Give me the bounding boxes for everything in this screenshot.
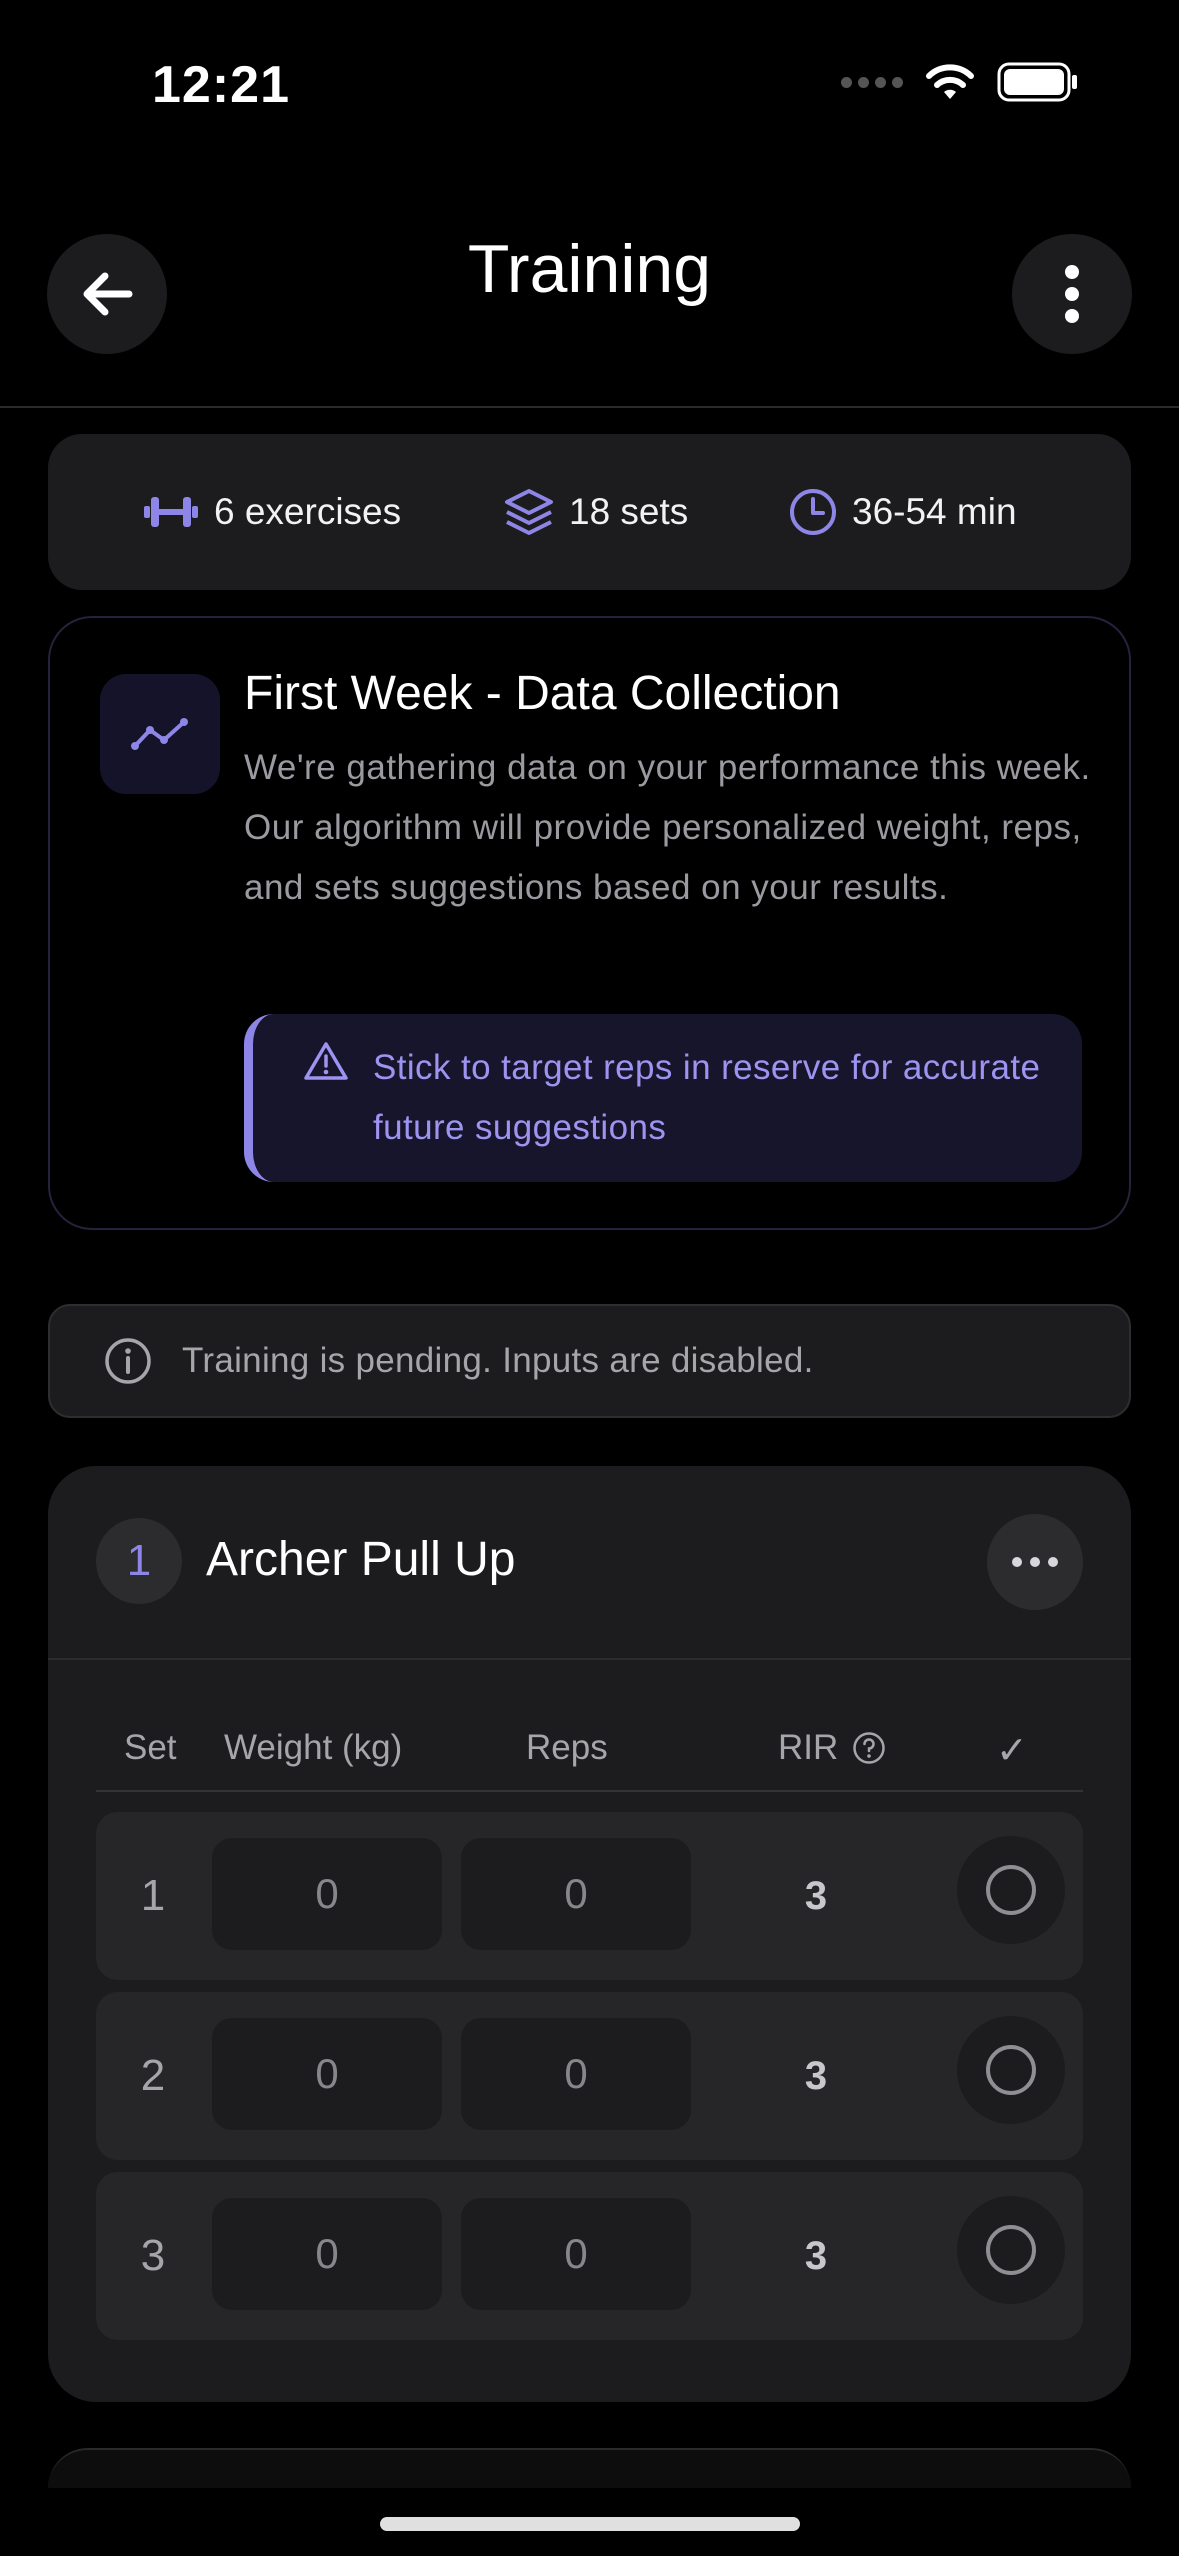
trend-line-icon [131,718,188,750]
layers-icon [505,489,553,535]
status-icons [841,62,1079,102]
set-row: 2 0 0 3 [96,1992,1083,2160]
set-table-header: Set Weight (kg) Reps RIR ✓ [96,1728,1083,1792]
duration-label: 36-54 min [852,491,1017,532]
pending-banner: Training is pending. Inputs are disabled… [48,1304,1131,1418]
column-set: Set [124,1728,177,1767]
set-complete-toggle[interactable] [957,2196,1065,2304]
info-card-title: First Week - Data Collection [244,667,841,720]
duration-estimate: 36-54 min [788,487,1017,537]
set-count-label: 18 sets [569,491,689,532]
clock-icon [790,489,836,535]
set-row: 1 0 0 3 [96,1812,1083,1980]
circle-icon [986,2045,1036,2095]
tip-callout: Stick to target reps in reserve for accu… [244,1014,1082,1182]
column-rir: RIR [778,1728,886,1768]
set-complete-toggle[interactable] [957,2016,1065,2124]
circle-icon [986,2225,1036,2275]
home-indicator[interactable] [380,2517,800,2531]
circle-icon [986,1865,1036,1915]
more-horizontal-icon [1012,1557,1022,1567]
exercise-more-button[interactable] [987,1514,1083,1610]
rir-value: 3 [804,2233,828,2278]
column-done: ✓ [996,1730,1028,1772]
info-icon [105,1338,151,1384]
set-count: 18 sets [503,487,688,537]
warning-icon [304,1042,348,1080]
exercise-count: 6 exercises [142,491,401,533]
exercise-count-label: 6 exercises [214,491,402,532]
cellular-signal-icon [841,76,903,88]
set-row: 3 0 0 3 [96,2172,1083,2340]
page-title: Training [467,231,712,307]
help-icon[interactable] [852,1731,886,1765]
navigation-bar: Training [0,170,1179,408]
next-exercise-card-edge [48,2448,1131,2488]
set-number: 2 [140,2051,166,2100]
exercise-header: 1 Archer Pull Up [48,1466,1131,1660]
column-rir-label: RIR [778,1728,839,1767]
weight-input[interactable]: 0 [212,2198,442,2310]
pending-text: Training is pending. Inputs are disabled… [182,1341,814,1380]
reps-input[interactable]: 0 [461,2198,691,2310]
column-weight: Weight (kg) [224,1728,403,1767]
weight-input[interactable]: 0 [212,2018,442,2130]
wifi-icon [926,64,974,99]
rir-value: 3 [804,1873,828,1918]
set-complete-toggle[interactable] [957,1836,1065,1944]
exercise-card: 1 Archer Pull Up Set Weight (kg) Reps RI… [48,1466,1131,2402]
set-number: 1 [140,1871,166,1920]
more-options-button[interactable] [1012,234,1132,354]
reps-input[interactable]: 0 [461,2018,691,2130]
dumbbell-icon [144,497,198,527]
info-card-body: We're gathering data on your performance… [244,748,1091,907]
training-summary: 6 exercises 18 sets 36-54 min [48,434,1131,590]
exercise-number: 1 [96,1518,182,1604]
trend-icon-box [100,674,220,794]
data-collection-card: First Week - Data Collection We're gathe… [48,616,1131,1230]
tip-text: Stick to target reps in reserve for accu… [373,1048,1041,1147]
set-number: 3 [140,2231,166,2280]
more-vertical-icon [1065,265,1079,323]
exercise-name: Archer Pull Up [206,1533,516,1586]
weight-input[interactable]: 0 [212,1838,442,1950]
status-bar: 12:21 [0,0,1179,170]
reps-input[interactable]: 0 [461,1838,691,1950]
column-reps: Reps [526,1728,608,1767]
rir-value: 3 [804,2053,828,2098]
battery-icon [997,62,1077,102]
status-time: 12:21 [152,56,290,114]
